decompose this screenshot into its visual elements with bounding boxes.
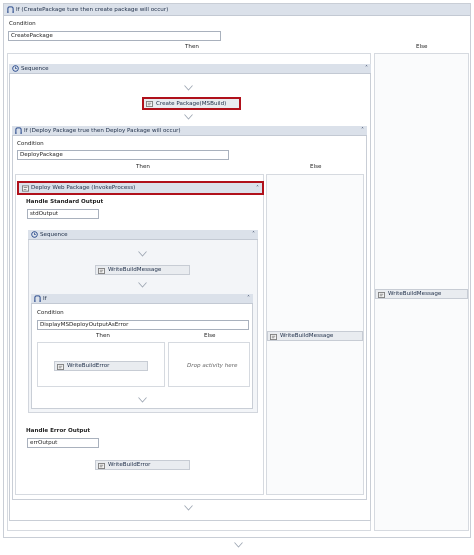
inner-else-activity-label: WriteBuildMessage [280,333,334,339]
activity-icon [57,364,64,370]
inner-condition-field[interactable]: DeployPackage [17,150,229,160]
if-icon [7,6,14,13]
outer-else-activity-label: WriteBuildMessage [388,291,442,297]
activity-icon [98,463,105,469]
err-output-field[interactable]: errOutput [27,438,99,448]
activity-icon [146,101,153,107]
inner-then-label: Then [136,164,150,170]
deploy-error-activity-label: WriteBuildError [108,462,151,468]
inner-if-title: If (Deploy Package true then Deploy Pack… [24,127,181,134]
activity-icon [378,292,385,298]
outer-else-write-build-message[interactable]: WriteBuildMessage [375,289,468,299]
sequence-2-write-build-message[interactable]: WriteBuildMessage [95,265,190,275]
deploy-web-package-header[interactable]: Deploy Web Package (InvokeProcess) ˄ [17,181,264,195]
sequence-1-title: Sequence [21,65,49,72]
outer-condition-label: Condition [9,21,36,27]
if-3-else-label: Else [204,333,216,339]
collapse-chevron-icon[interactable]: ˄ [252,231,255,238]
if-3-drop-placeholder[interactable]: Drop activity here [187,363,237,369]
inner-condition-label: Condition [17,141,44,147]
create-package-activity[interactable]: Create Package(MSBuild) [142,97,241,110]
if-3-title: If [43,295,47,302]
sequence-2-title: Sequence [40,231,68,238]
inner-if-header[interactable]: If (Deploy Package true then Deploy Pack… [12,126,367,136]
if-3-condition-label: Condition [37,310,64,316]
sequence-icon [12,65,19,72]
if-3-write-build-error[interactable]: WriteBuildError [54,361,148,371]
collapse-chevron-icon[interactable]: ˄ [247,295,250,302]
drop-arrow-icon [184,85,193,91]
drop-arrow-icon [184,114,193,120]
drop-arrow-icon [184,505,193,511]
activity-icon [270,334,277,340]
activity-icon [98,268,105,274]
collapse-chevron-icon[interactable]: ˄ [256,185,259,192]
sequence-1-header[interactable]: Sequence ˄ [9,64,371,74]
outer-condition-field[interactable]: CreatePackage [8,31,221,41]
deploy-web-package-title: Deploy Web Package (InvokeProcess) [31,185,136,191]
activity-icon [22,184,29,192]
inner-else-label: Else [310,164,322,170]
outer-else-label: Else [416,44,428,50]
if-icon [34,295,41,302]
handle-error-output-label: Handle Error Output [26,428,91,434]
sequence-icon [31,231,38,238]
create-package-label: Create Package(MSBuild) [156,101,227,107]
collapse-chevron-icon[interactable]: ˄ [365,65,368,72]
if-icon [15,127,22,134]
outer-if-title: If (CreatePackage ture then create packa… [16,6,169,13]
if-3-condition-field[interactable]: DisplayMSDeployOutputAsError [37,320,249,330]
drop-arrow-icon [234,542,243,548]
sequence-2-header[interactable]: Sequence ˄ [28,230,258,240]
deploy-write-build-error[interactable]: WriteBuildError [95,460,190,470]
collapse-chevron-icon[interactable]: ˄ [361,127,364,134]
std-output-field[interactable]: stdOutput [27,209,99,219]
sequence-2-activity-label: WriteBuildMessage [108,267,162,273]
outer-then-label: Then [185,44,199,50]
drop-arrow-icon [138,397,147,403]
if-3-then-activity-label: WriteBuildError [67,363,110,369]
inner-else-write-build-message[interactable]: WriteBuildMessage [267,331,363,341]
if-3-header[interactable]: If ˄ [31,294,253,304]
outer-if-header[interactable]: If (CreatePackage ture then create packa… [4,4,470,16]
drop-arrow-icon [138,282,147,288]
handle-std-output-label: Handle Standard Output [26,199,104,205]
drop-arrow-icon [138,251,147,257]
if-3-then-label: Then [96,333,110,339]
